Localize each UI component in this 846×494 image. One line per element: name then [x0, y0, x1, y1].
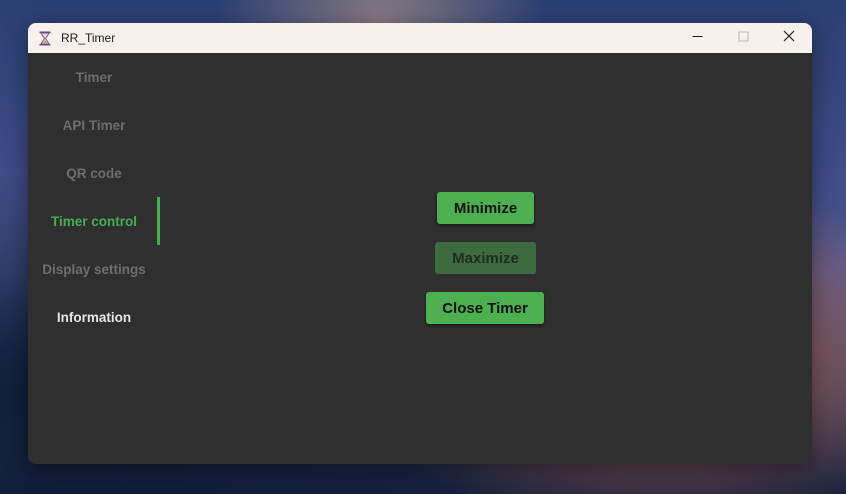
maximize-button[interactable]: Maximize: [435, 242, 536, 274]
close-icon: [783, 29, 795, 47]
title-bar[interactable]: RR_Timer: [28, 23, 812, 53]
sidebar-item-timer[interactable]: Timer: [28, 53, 160, 101]
sidebar-item-display-settings[interactable]: Display settings: [28, 245, 160, 293]
hourglass-icon: [37, 30, 53, 46]
window-title: RR_Timer: [61, 31, 116, 45]
app-window: RR_Timer Timer API Timer QR code Timer c…: [28, 23, 812, 464]
maximize-window-button[interactable]: [720, 23, 766, 53]
sidebar-item-information[interactable]: Information: [28, 293, 160, 341]
sidebar-item-qr-code[interactable]: QR code: [28, 149, 160, 197]
minimize-button[interactable]: Minimize: [437, 192, 534, 224]
sidebar-item-api-timer[interactable]: API Timer: [28, 101, 160, 149]
close-window-button[interactable]: [766, 23, 812, 53]
minimize-icon: [692, 29, 703, 47]
caption-buttons: [674, 23, 812, 53]
sidebar-nav: Timer API Timer QR code Timer control Di…: [28, 53, 160, 464]
maximize-icon: [738, 29, 749, 47]
sidebar-item-timer-control[interactable]: Timer control: [28, 197, 160, 245]
active-tab-indicator: [157, 197, 160, 245]
minimize-window-button[interactable]: [674, 23, 720, 53]
close-timer-button[interactable]: Close Timer: [426, 292, 544, 324]
